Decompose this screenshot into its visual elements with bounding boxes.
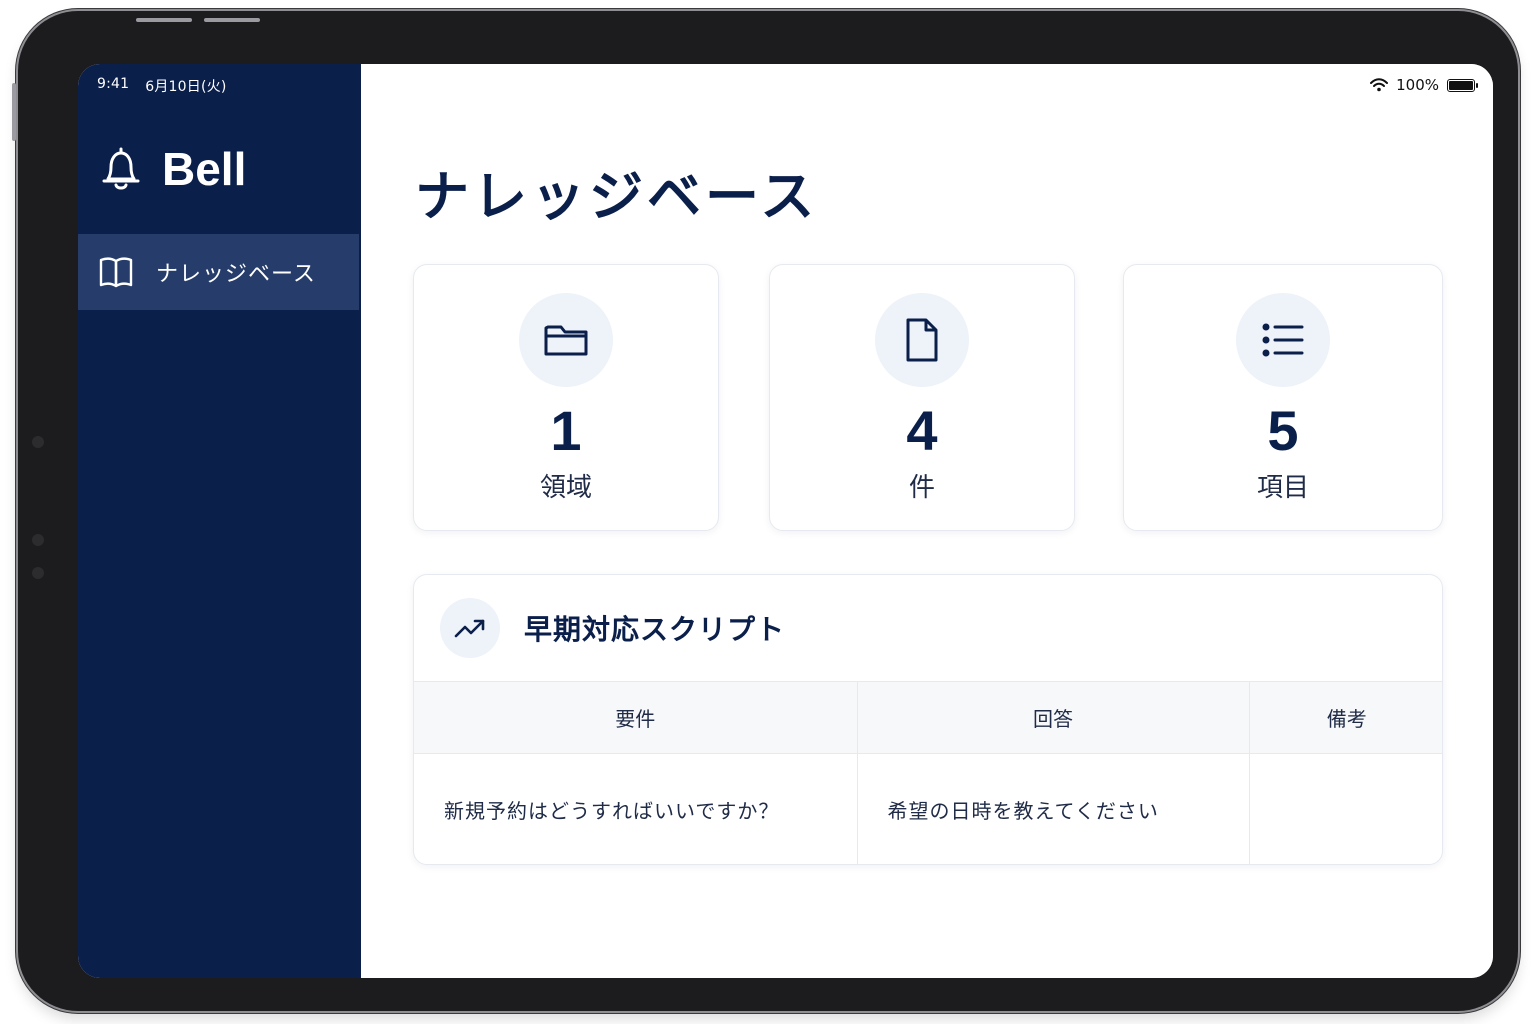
list-icon	[1262, 323, 1304, 357]
battery-percent: 100%	[1396, 76, 1439, 94]
column-header-requirement[interactable]: 要件	[414, 681, 858, 754]
battery-icon	[1447, 78, 1478, 92]
top-button	[136, 18, 192, 22]
column-header-answer[interactable]: 回答	[857, 681, 1250, 754]
stat-label: 項目	[1256, 473, 1309, 503]
top-button	[204, 18, 260, 22]
stat-card-items[interactable]: 4 件	[769, 264, 1075, 531]
trending-up-icon	[454, 619, 485, 638]
cell-requirement: 新規予約はどうすればいいですか？	[414, 753, 858, 864]
stat-icon-wrap	[519, 293, 613, 387]
column-header-notes[interactable]: 備考	[1249, 681, 1442, 754]
screen: 9:41 6月10日(火) Bell ナレッジベース 100% ナレッジベース …	[78, 64, 1493, 978]
status-bar-left: 9:41 6月10日(火)	[97, 76, 227, 96]
stat-icon-wrap	[1236, 293, 1330, 387]
main-content: 100% ナレッジベース 1 領域 4 件 5 項目 早期対応スクリプト 要件 …	[361, 64, 1493, 978]
stat-label: 領域	[539, 473, 592, 503]
cell-answer: 希望の日時を教えてください	[857, 753, 1250, 864]
sensor-dot	[32, 567, 44, 579]
stat-value: 5	[1267, 399, 1299, 462]
sensor-dot	[32, 534, 44, 546]
status-date: 6月10日(火)	[145, 79, 227, 95]
stat-card-entries[interactable]: 5 項目	[1123, 264, 1443, 531]
script-header: 早期対応スクリプト	[414, 575, 1442, 681]
brand-name: Bell	[162, 143, 247, 195]
script-card: 早期対応スクリプト 要件 回答 備考 新規予約はどうすればいいですか？ 希望の日…	[413, 574, 1443, 865]
script-table: 要件 回答 備考 新規予約はどうすればいいですか？ 希望の日時を教えてください	[414, 681, 1442, 865]
status-bar-right: 100%	[1370, 76, 1478, 94]
stat-label: 件	[908, 473, 935, 503]
script-title: 早期対応スクリプト	[524, 613, 786, 646]
wifi-icon	[1370, 78, 1389, 92]
table-header-row: 要件 回答 備考	[414, 681, 1442, 754]
sidebar-item-knowledge-base[interactable]: ナレッジベース	[78, 234, 359, 310]
book-open-icon	[99, 257, 133, 288]
stat-card-domains[interactable]: 1 領域	[413, 264, 719, 531]
cell-notes	[1249, 754, 1442, 865]
stat-value: 4	[906, 399, 938, 462]
sidebar-item-label: ナレッジベース	[156, 262, 316, 287]
folder-icon	[544, 325, 588, 356]
stat-value: 1	[550, 399, 582, 462]
trend-icon-wrap	[440, 598, 500, 658]
status-time: 9:41	[97, 76, 130, 92]
stat-icon-wrap	[875, 293, 969, 387]
sidebar: 9:41 6月10日(火) Bell ナレッジベース	[78, 64, 361, 978]
side-button	[12, 83, 16, 141]
file-icon	[906, 318, 938, 362]
table-row[interactable]: 新規予約はどうすればいいですか？ 希望の日時を教えてください	[414, 753, 1442, 865]
sensor-dot	[32, 436, 44, 448]
page-title: ナレッジベース	[415, 165, 819, 228]
tablet-frame: 9:41 6月10日(火) Bell ナレッジベース 100% ナレッジベース …	[12, 11, 1518, 1011]
bell-icon	[102, 147, 140, 190]
brand: Bell	[100, 142, 246, 196]
